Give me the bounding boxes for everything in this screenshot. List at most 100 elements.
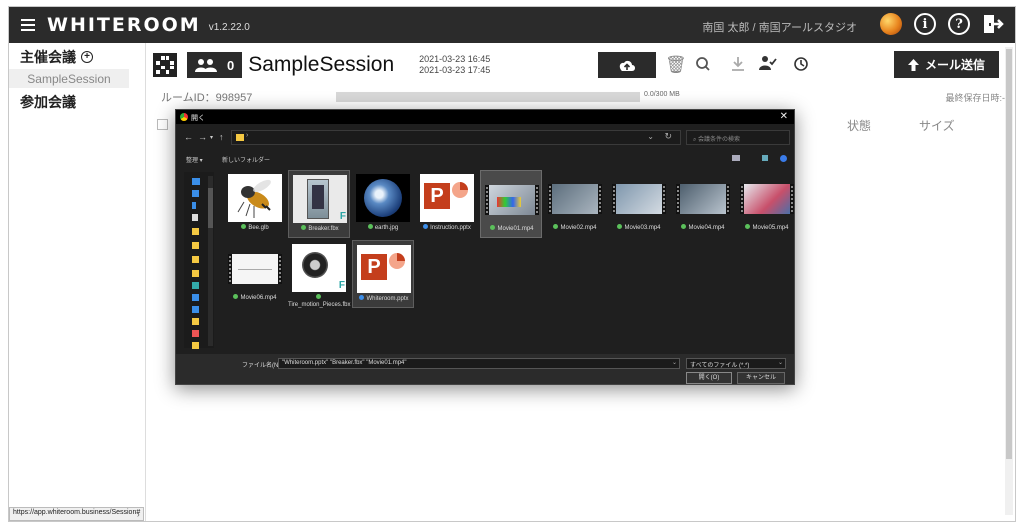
sidebar-item-samplesession[interactable]: SampleSession (9, 69, 129, 88)
file-item-movie06[interactable]: Movie06.mp4 (224, 240, 286, 308)
column-size[interactable]: サイズ (919, 117, 955, 134)
room-id: ルームID：998957 (161, 92, 253, 104)
view-mode-icon[interactable] (732, 155, 740, 161)
organize-menu[interactable]: 整理 ▾ (186, 155, 203, 164)
powerpoint-icon: P (361, 254, 387, 280)
search-icon[interactable] (695, 56, 711, 77)
cloud-icon[interactable] (192, 306, 199, 313)
documents-icon[interactable] (192, 214, 198, 221)
help-icon[interactable]: ? (947, 12, 971, 36)
send-mail-button[interactable]: メール送信 (894, 51, 999, 78)
fbx-badge-icon: F (338, 280, 345, 291)
folder-icon[interactable] (192, 228, 199, 235)
preview-pane-icon[interactable] (762, 155, 768, 161)
file-item-movie04[interactable]: Movie04.mp4 (672, 170, 734, 238)
video-thumbnail (548, 184, 602, 214)
joined-meetings-header[interactable]: 参加会議 (9, 88, 145, 112)
filename-input[interactable]: "Whiteroom.pptx" "Breaker.fbx" "Movie01.… (278, 358, 680, 369)
users-icon (195, 59, 217, 72)
status-url: https://app.whiteroom.business/Session# (9, 507, 145, 521)
close-icon[interactable]: ✕ (780, 111, 788, 122)
dialog-titlebar: 開く ✕ (176, 110, 794, 124)
file-item-movie01[interactable]: Movie01.mp4 (480, 170, 542, 238)
filetype-value: すべてのファイル (*.*) (690, 363, 750, 369)
chevron-down-icon[interactable]: ⌄ (672, 359, 677, 366)
folder-icon (236, 134, 244, 141)
session-start: 2021-03-23 16:45 (419, 54, 491, 64)
last-saved: 最終保存日時:- (945, 93, 1006, 103)
history-icon[interactable] (793, 56, 809, 77)
chevron-down-icon[interactable]: ▾ (210, 134, 213, 141)
file-item-movie05[interactable]: Movie05.mp4 (736, 170, 798, 238)
quick-access-icon[interactable] (192, 178, 200, 185)
file-name: Movie02.mp4 (544, 224, 606, 232)
help-icon[interactable] (780, 155, 787, 162)
pptx-thumbnail: P (420, 174, 474, 222)
file-item-earth[interactable]: earth.jpg (352, 170, 414, 238)
nav-scrollbar[interactable] (208, 176, 213, 346)
file-name: Movie03.mp4 (608, 224, 670, 232)
refresh-icon[interactable]: ↻ (664, 131, 672, 142)
file-item-bee[interactable]: Bee.glb (224, 170, 286, 238)
address-dropdown-icon[interactable]: ⌄ (647, 132, 654, 141)
logout-icon[interactable] (981, 12, 1005, 36)
open-button[interactable]: 開く(O) (686, 372, 732, 384)
trash-icon[interactable]: 🗑 (665, 55, 687, 75)
add-meeting-icon[interactable]: + (81, 51, 93, 63)
user-check-icon[interactable] (759, 55, 777, 76)
back-arrow-icon[interactable]: ← (184, 132, 193, 142)
file-item-instruction[interactable]: P Instruction.pptx (416, 170, 478, 238)
scroll-thumb[interactable] (1006, 49, 1012, 459)
download-icon[interactable] (731, 56, 745, 77)
folder-icon[interactable] (192, 256, 199, 263)
room-info-row: ルームID：998957 0.0/300 MB 最終保存日時:- (153, 89, 1009, 105)
upload-button[interactable] (598, 52, 656, 78)
avatar-icon[interactable] (879, 12, 903, 36)
file-name: Tire_motion_Pieces.fbx (288, 294, 350, 309)
members-button[interactable]: 0 (187, 52, 243, 78)
downloads-icon[interactable] (192, 202, 196, 209)
main-scrollbar[interactable] (1005, 47, 1013, 515)
file-grid: Bee.glb F Breaker.fbx earth.jpg P Instru… (224, 170, 794, 352)
forward-arrow-icon[interactable]: → (198, 132, 207, 142)
filetype-select[interactable]: すべてのファイル (*.*) ⌄ (686, 358, 786, 369)
video-thumbnail (676, 184, 730, 214)
file-item-breaker[interactable]: F Breaker.fbx (288, 170, 350, 238)
info-icon[interactable]: i (913, 12, 937, 36)
folder-icon[interactable] (192, 270, 199, 277)
folder-icon[interactable] (192, 242, 199, 249)
new-folder-button[interactable]: 新しいフォルダー (222, 155, 270, 164)
fbx-thumbnail: F (293, 175, 347, 223)
dialog-search-input[interactable]: ⌕ 会議条件の検索 (686, 130, 790, 145)
nav-scroll-thumb[interactable] (208, 188, 213, 228)
drive-icon[interactable] (192, 282, 199, 289)
bee-thumbnail (228, 174, 282, 222)
member-count: 0 (227, 57, 235, 73)
onedrive-icon[interactable] (192, 294, 199, 301)
column-status[interactable]: 状態 (847, 117, 871, 134)
app-icon[interactable] (192, 330, 199, 337)
folder-icon[interactable] (192, 318, 199, 325)
file-item-movie02[interactable]: Movie02.mp4 (544, 170, 606, 238)
cancel-button[interactable]: キャンセル (737, 372, 785, 384)
desktop-icon[interactable] (192, 190, 199, 197)
dialog-nav-bar: ← → ▾ ↑ › ⌄ ↻ ⌕ 会議条件の検索 (176, 127, 794, 149)
menu-icon[interactable] (21, 19, 35, 31)
file-name: earth.jpg (352, 224, 414, 232)
chrome-icon (180, 113, 188, 121)
sidebar: 主催会議 + SampleSession 参加会議 (9, 43, 146, 521)
file-item-whiteroom[interactable]: P Whiteroom.pptx (352, 240, 414, 308)
file-name: Instruction.pptx (416, 224, 478, 232)
up-arrow-icon[interactable]: ↑ (219, 132, 224, 142)
folder-icon[interactable] (192, 342, 199, 349)
chevron-down-icon[interactable]: ⌄ (778, 359, 783, 366)
address-bar[interactable]: › ⌄ ↻ (231, 130, 681, 145)
breadcrumb-separator-icon: › (246, 132, 249, 139)
qr-code-icon[interactable] (153, 53, 177, 77)
file-name: Bee.glb (224, 224, 286, 232)
file-item-movie03[interactable]: Movie03.mp4 (608, 170, 670, 238)
select-all-checkbox[interactable] (157, 119, 168, 130)
app-logo: WHITEROOM (47, 14, 201, 36)
send-mail-label: メール送信 (924, 58, 985, 72)
file-item-tire[interactable]: F Tire_motion_Pieces.fbx (288, 240, 350, 314)
